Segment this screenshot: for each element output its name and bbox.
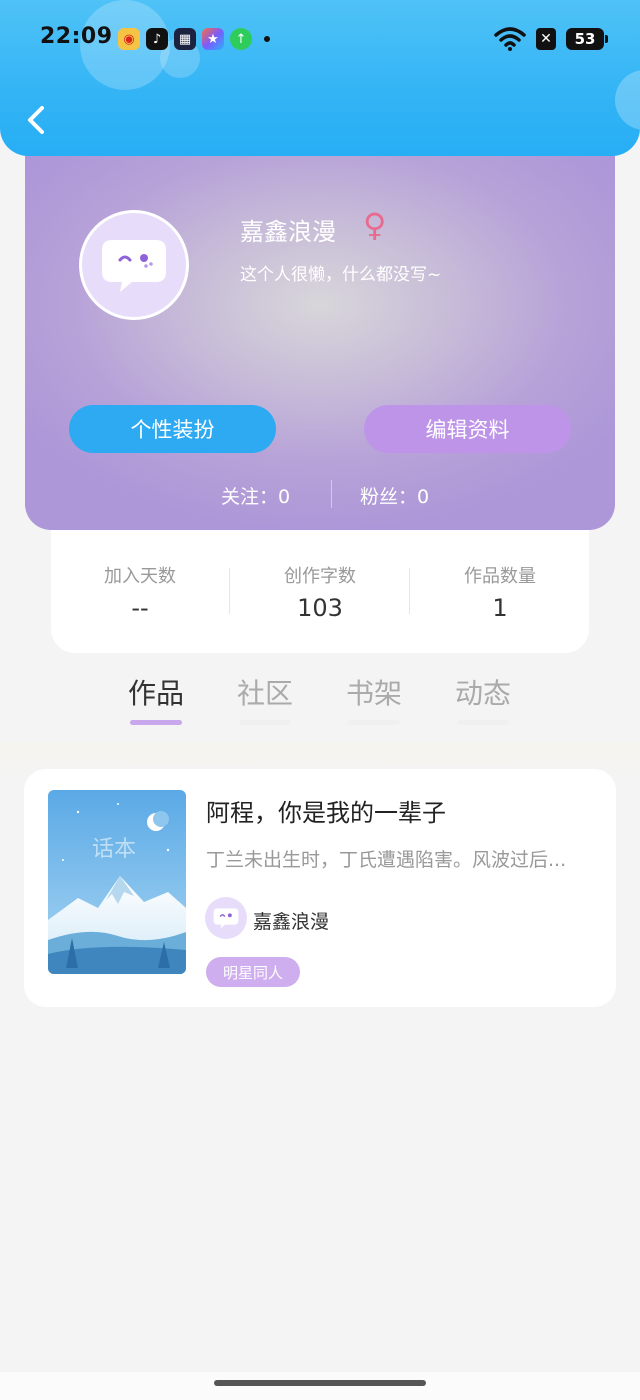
work-description: 丁兰未出生时，丁氏遭遇陷害。风波过后... <box>206 849 567 871</box>
status-time: 22:09 <box>40 24 113 49</box>
personal-style-button[interactable]: 个性装扮 <box>69 405 276 453</box>
system-status: ✕ 53 <box>494 27 608 51</box>
battery-level: 53 <box>574 30 596 48</box>
stats-card: 加入天数 -- 创作字数 103 作品数量 1 <box>51 530 589 653</box>
upload-app-icon: ↑ <box>230 28 252 50</box>
top-header: 22:09 ◉ ♪ ▦ ★ ↑ ✕ 53 <box>0 0 640 156</box>
calendar-icon: ▦ <box>174 28 196 50</box>
mountain-cover-image: 话本 <box>48 790 186 974</box>
stat-value: 103 <box>297 594 343 622</box>
stat-join-days: 加入天数 -- <box>55 562 225 622</box>
tab-indicator <box>348 720 400 725</box>
stat-works-count: 作品数量 1 <box>415 562 585 622</box>
avatar[interactable] <box>79 210 189 320</box>
category-tag[interactable]: 明星同人 <box>206 957 300 987</box>
chevron-left-icon[interactable] <box>22 100 52 140</box>
username: 嘉鑫浪漫 <box>240 218 336 246</box>
stat-value: 1 <box>492 594 508 622</box>
following-count[interactable]: 关注：0 <box>221 482 290 509</box>
tab-label: 作品 <box>127 677 184 710</box>
tab-community[interactable]: 社区 <box>220 672 310 725</box>
female-gender-icon: ♀ <box>363 206 387 244</box>
follow-stats: 关注：0 粉丝：0 <box>25 480 615 510</box>
x-app-icon: ✕ <box>536 28 556 50</box>
star-app-icon: ★ <box>202 28 224 50</box>
tab-bookshelf[interactable]: 书架 <box>329 672 419 725</box>
cover-watermark: 话本 <box>92 837 136 862</box>
tiktok-icon: ♪ <box>146 28 168 50</box>
home-indicator[interactable] <box>214 1380 426 1386</box>
author-avatar[interactable] <box>205 897 247 939</box>
battery-icon: 53 <box>566 28 608 50</box>
stat-value: -- <box>131 594 149 622</box>
stat-label: 加入天数 <box>104 566 176 587</box>
author-name[interactable]: 嘉鑫浪漫 <box>253 907 329 934</box>
stat-word-count: 创作字数 103 <box>235 562 405 622</box>
tab-indicator <box>130 720 182 725</box>
tab-label: 社区 <box>236 677 293 710</box>
tab-label: 书架 <box>345 677 402 710</box>
stat-label: 创作字数 <box>284 566 356 587</box>
stat-label: 作品数量 <box>464 566 536 587</box>
tab-indicator <box>457 720 509 725</box>
user-bio: 这个人很懒，什么都没写~ <box>240 265 442 285</box>
bottom-area <box>0 1372 640 1400</box>
tab-works[interactable]: 作品 <box>111 672 201 725</box>
notification-dot-icon <box>264 36 270 42</box>
book-cover[interactable]: 话本 <box>48 790 186 974</box>
screen: 22:09 ◉ ♪ ▦ ★ ↑ ✕ 53 嘉鑫浪漫 ♀ 这个人很懒，什么都没写~… <box>0 0 640 1400</box>
weibo-icon: ◉ <box>118 28 140 50</box>
wifi-icon <box>494 27 526 51</box>
status-app-icons: ◉ ♪ ▦ ★ ↑ <box>118 28 270 50</box>
fans-count[interactable]: 粉丝：0 <box>360 482 429 509</box>
profile-card: 嘉鑫浪漫 ♀ 这个人很懒，什么都没写~ 个性装扮 编辑资料 关注：0 粉丝：0 <box>25 120 615 530</box>
profile-tabs: 作品 社区 书架 动态 <box>0 670 640 740</box>
work-title[interactable]: 阿程，你是我的一辈子 <box>206 793 446 828</box>
work-card[interactable]: 话本 阿程，你是我的一辈子 丁兰未出生时，丁氏遭遇陷害。风波过后... 嘉鑫浪漫… <box>24 769 616 1007</box>
chat-face-icon <box>102 240 166 292</box>
tab-activity[interactable]: 动态 <box>438 672 528 725</box>
tab-label: 动态 <box>454 677 511 710</box>
tab-indicator <box>239 720 291 725</box>
chat-face-icon <box>213 908 239 929</box>
divider <box>331 480 332 508</box>
divider <box>409 568 410 614</box>
decor-bubble <box>615 70 640 130</box>
divider <box>229 568 230 614</box>
edit-profile-button[interactable]: 编辑资料 <box>364 405 571 453</box>
